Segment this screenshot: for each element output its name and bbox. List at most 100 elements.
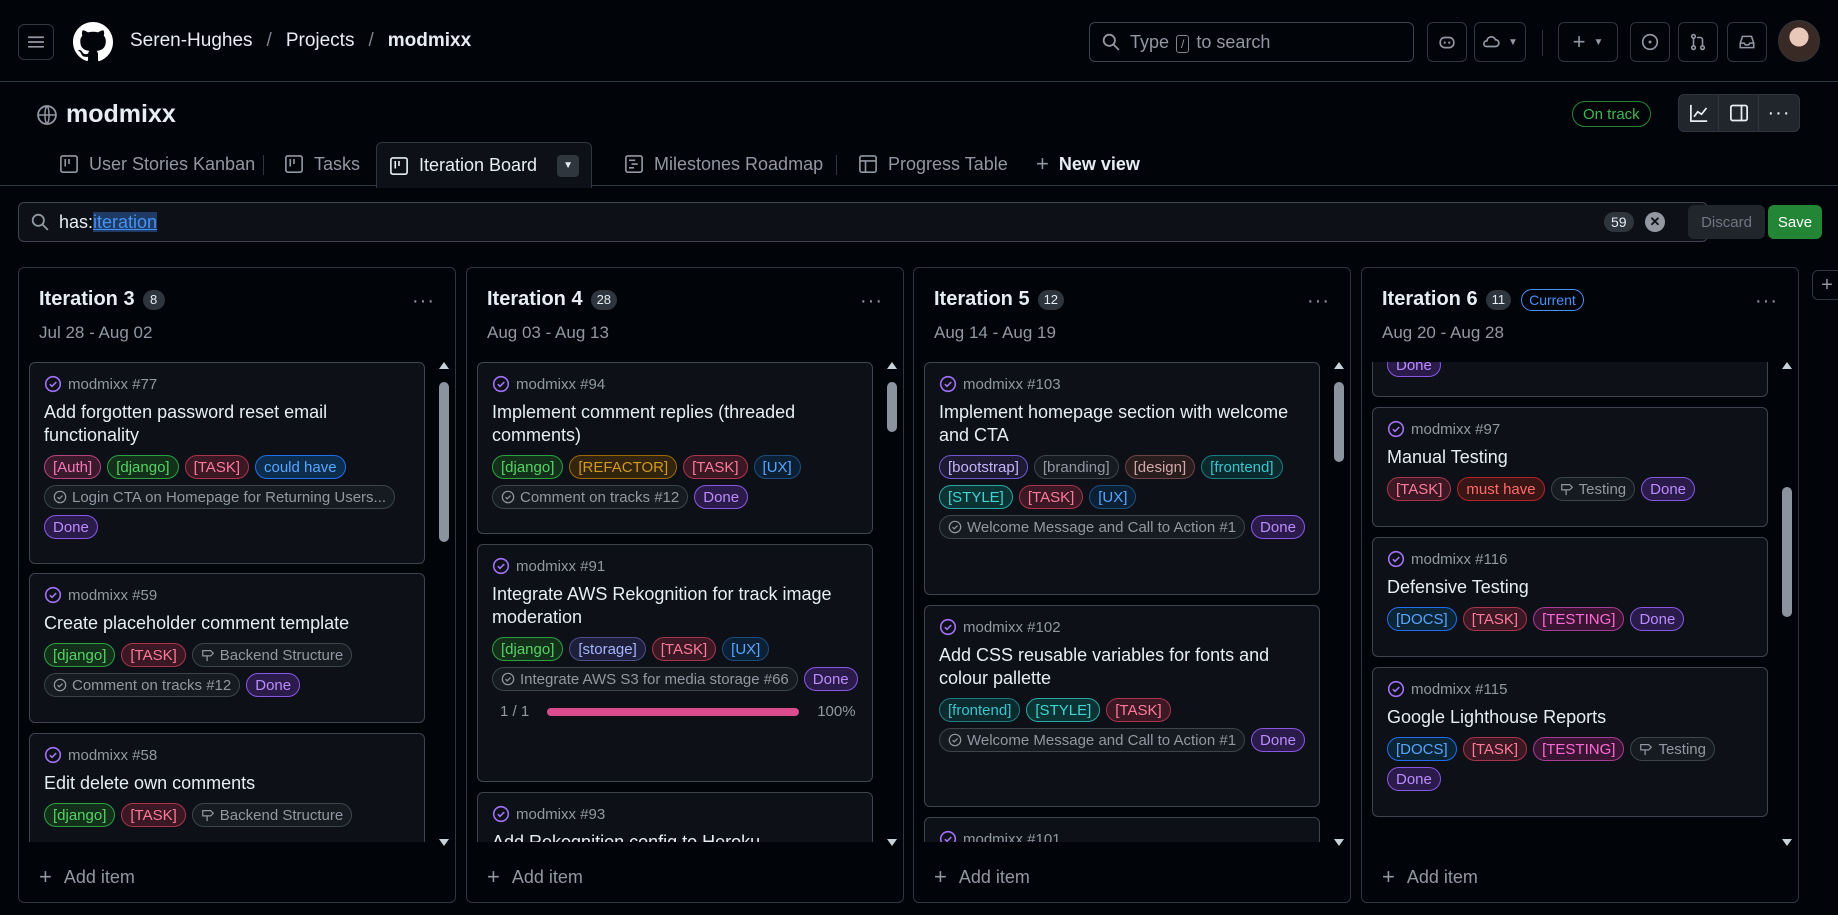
issue-card[interactable]: modmixx #115 Google Lighthouse Reports [DO… <box>1372 667 1768 817</box>
save-button[interactable]: Save <box>1768 205 1822 239</box>
issue-title[interactable]: Add forgotten password reset email funct… <box>44 401 410 447</box>
label-badge[interactable]: [TASK] <box>1462 737 1528 761</box>
clear-filter-icon[interactable]: ✕ <box>1645 212 1665 232</box>
filter-input[interactable]: has:iteration <box>18 202 1708 242</box>
label-badge[interactable]: [TASK] <box>1387 477 1452 501</box>
github-logo-icon[interactable] <box>73 22 113 62</box>
column-more-button[interactable]: ··· <box>1755 290 1778 313</box>
parent-issue-link[interactable]: Integrate AWS S3 for media storage #66 <box>492 667 798 691</box>
status-badge[interactable]: Done <box>44 515 98 539</box>
label-badge[interactable]: [UX] <box>722 637 770 661</box>
label-badge[interactable]: could have <box>255 455 346 479</box>
status-badge[interactable]: Done <box>1251 728 1305 752</box>
column-scrollbar[interactable] <box>1332 362 1346 846</box>
new-view-button[interactable]: + New view <box>1024 142 1152 186</box>
parent-issue-link[interactable]: Comment on tracks #12 <box>492 485 689 509</box>
copilot-button[interactable] <box>1427 22 1467 62</box>
status-badge[interactable]: Done <box>1387 767 1441 791</box>
create-new-button[interactable]: + ▼ <box>1558 22 1618 62</box>
issue-reference[interactable]: modmixx #91 <box>492 557 858 575</box>
label-badge[interactable]: [DOCS] <box>1387 607 1457 631</box>
tab-milestones-roadmap[interactable]: Milestones Roadmap <box>612 142 835 186</box>
scroll-down-icon[interactable] <box>439 839 449 846</box>
add-item-button[interactable]: + Add item <box>487 864 583 890</box>
scroll-thumb[interactable] <box>1782 487 1792 617</box>
status-badge[interactable]: Done <box>1251 515 1305 539</box>
parent-issue-link[interactable]: Login CTA on Homepage for Returning User… <box>44 485 396 509</box>
label-badge[interactable]: [Auth] <box>44 455 102 479</box>
issue-card[interactable]: Done <box>1372 362 1768 397</box>
label-badge[interactable]: [STYLE] <box>1026 698 1101 722</box>
issue-title[interactable]: Defensive Testing <box>1387 576 1753 599</box>
issue-title[interactable]: Integrate AWS Rekognition for track imag… <box>492 583 858 629</box>
scroll-up-icon[interactable] <box>1782 362 1792 369</box>
issue-card[interactable]: modmixx #102 Add CSS reusable variables f… <box>924 605 1320 807</box>
issue-card[interactable]: modmixx #58 Edit delete own comments [djan… <box>29 733 425 842</box>
status-badge[interactable]: Done <box>694 485 749 509</box>
milestone-badge[interactable]: Testing <box>1550 477 1636 501</box>
label-badge[interactable]: [django] <box>492 637 564 661</box>
more-options-button[interactable]: ··· <box>1759 95 1799 131</box>
status-badge[interactable]: On track <box>1572 101 1651 127</box>
issue-card[interactable]: modmixx #97 Manual Testing [TASK] must have… <box>1372 407 1768 527</box>
inbox-button[interactable] <box>1727 22 1767 62</box>
label-badge[interactable]: [django] <box>44 803 116 827</box>
issue-card[interactable]: modmixx #77 Add forgotten password reset … <box>29 362 425 564</box>
avatar[interactable] <box>1778 20 1820 62</box>
issues-button[interactable] <box>1630 22 1670 62</box>
status-badge[interactable]: Done <box>1630 607 1685 631</box>
issue-reference[interactable]: modmixx #94 <box>492 375 858 393</box>
label-badge[interactable]: [frontend] <box>1201 455 1283 479</box>
scroll-up-icon[interactable] <box>1334 362 1344 369</box>
issue-reference[interactable]: modmixx #59 <box>44 586 410 604</box>
column-scrollbar[interactable] <box>885 362 899 846</box>
add-item-button[interactable]: + Add item <box>39 864 135 890</box>
issue-card[interactable]: modmixx #116 Defensive Testing [DOCS] [TASK… <box>1372 537 1768 657</box>
issue-reference[interactable]: modmixx #116 <box>1387 550 1753 568</box>
issue-reference[interactable]: modmixx #77 <box>44 375 410 393</box>
issue-title[interactable]: Add Rekognition config to Heroku <box>492 831 858 842</box>
label-badge[interactable]: [TASK] <box>121 643 186 667</box>
milestone-badge[interactable]: Backend Structure <box>191 803 353 827</box>
issue-reference[interactable]: modmixx #103 <box>939 375 1305 393</box>
global-search-input[interactable]: Type / to search <box>1089 22 1414 62</box>
milestone-badge[interactable]: Testing <box>1630 737 1715 761</box>
scroll-down-icon[interactable] <box>887 839 897 846</box>
issue-card[interactable]: modmixx #91 Integrate AWS Rekognition for… <box>477 544 873 782</box>
menu-button[interactable] <box>18 24 54 60</box>
scroll-up-icon[interactable] <box>887 362 897 369</box>
add-item-button[interactable]: + Add item <box>934 864 1030 890</box>
issue-title[interactable]: Add CSS reusable variables for fonts and… <box>939 644 1305 690</box>
issue-reference[interactable]: modmixx #101 <box>939 830 1305 842</box>
scroll-thumb[interactable] <box>1334 382 1344 462</box>
label-badge[interactable]: [bootstrap] <box>939 455 1028 479</box>
breadcrumb-current[interactable]: modmixx <box>388 30 471 52</box>
issue-title[interactable]: Manual Testing <box>1387 446 1753 469</box>
issue-card[interactable]: modmixx #101 <box>924 817 1320 842</box>
column-more-button[interactable]: ··· <box>860 290 883 313</box>
sidebar-toggle-button[interactable] <box>1719 95 1759 131</box>
add-item-button[interactable]: + Add item <box>1382 864 1478 890</box>
issue-card[interactable]: modmixx #103 Implement homepage section w… <box>924 362 1320 595</box>
tab-user-stories-kanban[interactable]: User Stories Kanban <box>47 142 267 186</box>
label-badge[interactable]: [storage] <box>569 637 646 661</box>
scroll-thumb[interactable] <box>439 382 449 542</box>
label-badge[interactable]: [TASK] <box>651 637 717 661</box>
label-badge[interactable]: [UX] <box>753 455 801 479</box>
parent-issue-link[interactable]: Welcome Message and Call to Action #1 <box>939 515 1246 539</box>
label-badge[interactable]: [TASK] <box>1462 607 1528 631</box>
issue-title[interactable]: Create placeholder comment template <box>44 612 410 635</box>
label-badge[interactable]: [UX] <box>1089 485 1137 509</box>
column-scrollbar[interactable] <box>1780 362 1794 846</box>
label-badge[interactable]: [TASK] <box>1106 698 1171 722</box>
label-badge[interactable]: [TESTING] <box>1533 737 1625 761</box>
scroll-thumb[interactable] <box>887 382 897 432</box>
label-badge[interactable]: [django] <box>107 455 179 479</box>
issue-card[interactable]: modmixx #94 Implement comment replies (th… <box>477 362 873 534</box>
column-more-button[interactable]: ··· <box>1307 290 1330 313</box>
label-badge[interactable]: [TESTING] <box>1533 607 1625 631</box>
issue-reference[interactable]: modmixx #93 <box>492 805 858 823</box>
milestone-badge[interactable]: Backend Structure <box>191 643 353 667</box>
discard-button[interactable]: Discard <box>1688 205 1765 239</box>
add-column-button[interactable]: + <box>1812 270 1838 300</box>
